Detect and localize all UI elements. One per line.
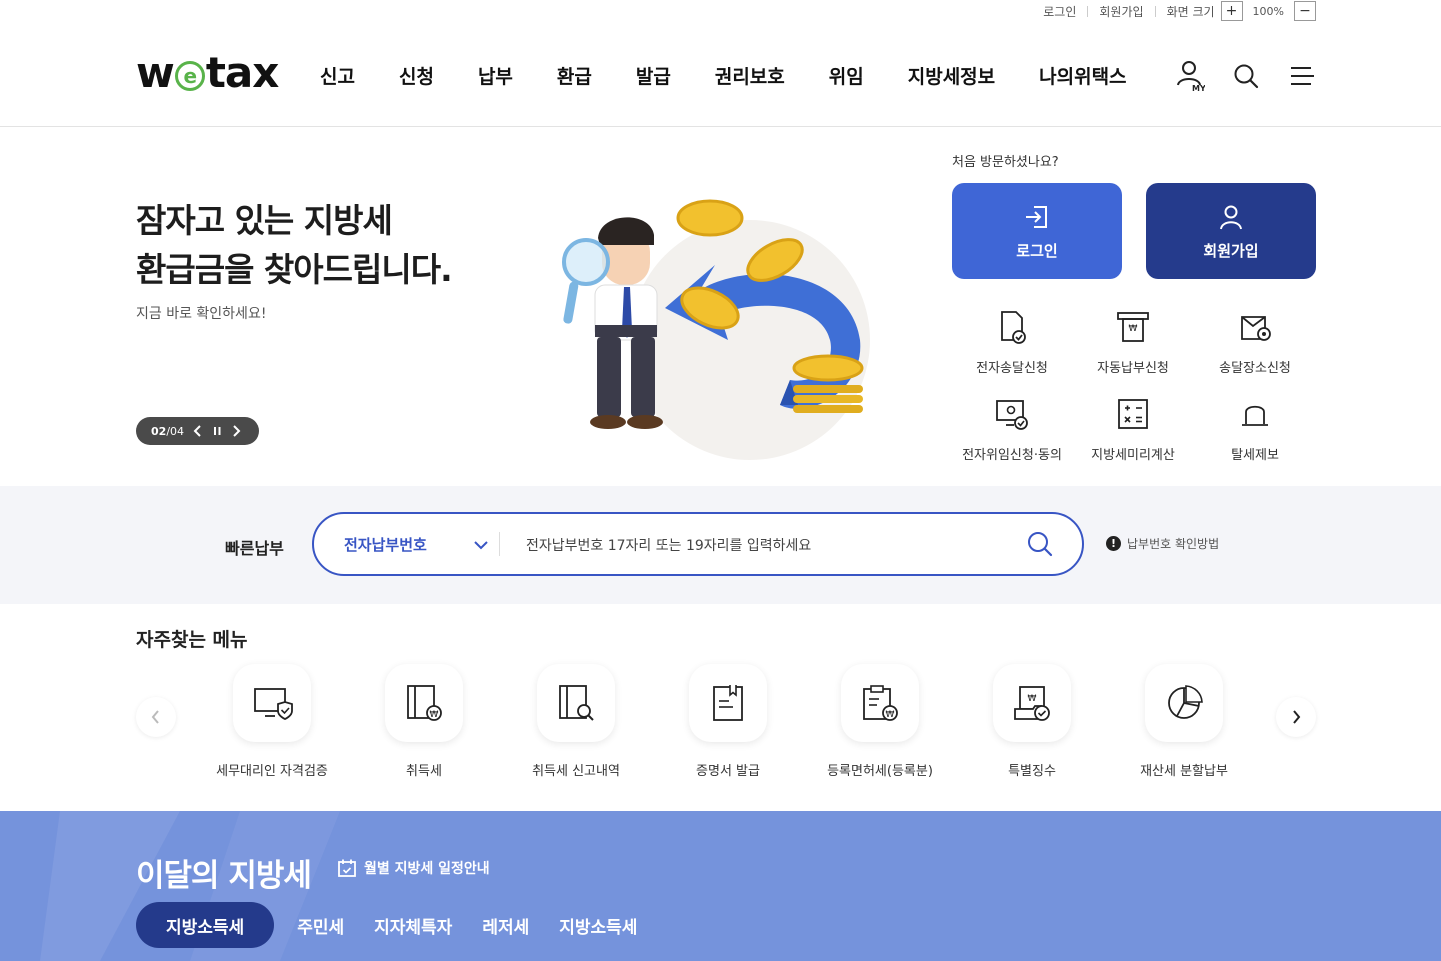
payment-number-help-link[interactable]: ! 납부번호 확인방법	[1106, 535, 1219, 552]
chevron-right-icon	[1293, 710, 1301, 724]
nav-item-rights[interactable]: 권리보호	[693, 60, 807, 90]
util-signup-link[interactable]: 회원가입	[1088, 3, 1154, 20]
favorite-item[interactable]: ₩ 등록면허세(등록분)	[805, 664, 955, 779]
svg-text:₩: ₩	[886, 710, 895, 720]
payment-number-input[interactable]	[526, 532, 1006, 558]
chevron-left-icon	[151, 710, 159, 724]
svg-text:MY: MY	[1192, 84, 1205, 92]
favorite-item[interactable]: 증명서 발급	[653, 664, 803, 779]
pie-chart-icon	[1168, 685, 1203, 719]
first-visit-text: 처음 방문하셨나요?	[952, 155, 1059, 170]
zoom-out-button[interactable]: −	[1294, 1, 1316, 21]
wetax-logo[interactable]: w e tax	[136, 48, 280, 97]
slide-next-icon[interactable]	[231, 425, 241, 437]
nav-item-issue[interactable]: 발급	[614, 60, 693, 90]
slide-pause-icon[interactable]	[212, 425, 222, 437]
login-icon	[1026, 205, 1047, 228]
nav-item-refund[interactable]: 환급	[535, 60, 614, 90]
menu-icon[interactable]	[1287, 60, 1317, 92]
favorite-item[interactable]: 취득세 신고내역	[501, 664, 651, 779]
join-button-label: 회원가입	[1203, 241, 1259, 260]
doc-won-check-icon: ₩	[1014, 686, 1050, 721]
chevron-down-icon[interactable]	[472, 532, 490, 562]
nav-item-localtax-info[interactable]: 지방세정보	[886, 60, 1017, 90]
zoom-value: 100%	[1252, 4, 1284, 18]
doc-check-icon	[1001, 311, 1026, 344]
slide-counter: 02/04	[151, 424, 185, 438]
quick-pay-box: 전자납부번호	[312, 512, 1084, 576]
slide-controller: 02/04	[136, 417, 259, 445]
doc-location-icon	[1241, 316, 1271, 341]
logo-e: e	[174, 61, 205, 91]
favorite-item[interactable]: ₩ 취득세	[349, 664, 499, 779]
favorites-prev-button[interactable]	[136, 697, 176, 737]
svg-text:₩: ₩	[1129, 324, 1138, 334]
service-delivery-place[interactable]: 송달장소신청	[1190, 307, 1320, 376]
payment-number-type-select[interactable]: 전자납부번호	[344, 534, 427, 555]
logo-w: w	[136, 48, 175, 97]
nav-item-my-wetax[interactable]: 나의위택스	[1017, 60, 1148, 90]
svg-text:₩: ₩	[430, 710, 439, 720]
hero-title-line2: 환급금을 찾아드립니다.	[136, 250, 453, 289]
certificate-icon	[713, 685, 743, 721]
svg-text:₩: ₩	[1028, 694, 1037, 704]
divider	[499, 532, 500, 556]
monitor-delegate-icon	[996, 400, 1028, 430]
header-icons: MY	[1175, 60, 1317, 92]
calendar-icon	[338, 859, 356, 877]
header-divider	[0, 126, 1441, 127]
tab-resident-tax[interactable]: 주민세	[282, 902, 359, 948]
nav-item-report[interactable]: 신고	[298, 60, 377, 90]
zoom-label: 화면 크기	[1166, 4, 1215, 19]
hero-illustration	[562, 199, 870, 460]
monthly-schedule-link[interactable]: 월별 지방세 일정안내	[337, 858, 490, 878]
book-search-icon	[559, 685, 594, 721]
quick-pay-title: 빠른납부	[225, 539, 284, 558]
auto-pay-icon: ₩	[1117, 312, 1149, 342]
join-button[interactable]: 회원가입	[1146, 183, 1316, 279]
zoom-in-button[interactable]: +	[1220, 1, 1243, 21]
service-e-delegate[interactable]: 전자위임신청·동의	[947, 394, 1077, 463]
tab-leisure-tax[interactable]: 레저세	[467, 902, 544, 948]
hero-title-line1: 잠자고 있는 지방세	[136, 201, 393, 240]
favorites-title: 자주찾는 메뉴	[136, 629, 248, 651]
hero-subtitle: 지금 바로 확인하세요!	[136, 306, 267, 322]
tab-local-income-tax-2[interactable]: 지방소득세	[544, 902, 652, 948]
service-e-delivery[interactable]: 전자송달신청	[947, 307, 1077, 376]
user-icon	[1220, 205, 1242, 229]
favorite-item[interactable]: ₩ 특별징수	[957, 664, 1107, 779]
logo-tax: tax	[205, 48, 280, 97]
service-tax-evasion-report[interactable]: 탈세제보	[1190, 394, 1320, 463]
util-login-link[interactable]: 로그인	[1032, 3, 1087, 20]
tab-local-income-tax[interactable]: 지방소득세	[136, 902, 275, 948]
tab-local-special[interactable]: 지자체특자	[359, 902, 467, 948]
monitor-shield-icon	[254, 688, 293, 720]
slide-prev-icon[interactable]	[193, 425, 203, 437]
favorites-next-button[interactable]	[1276, 697, 1316, 737]
nav-item-payment[interactable]: 납부	[456, 60, 535, 90]
favorite-item[interactable]: 재산세 분할납부	[1109, 664, 1259, 779]
monthly-tax-tabs: 지방소득세 주민세 지자체특자 레저세 지방소득세	[136, 902, 652, 948]
service-auto-pay[interactable]: ₩ 자동납부신청	[1068, 307, 1198, 376]
monthly-tax-title: 이달의 지방세	[136, 858, 312, 894]
info-icon: !	[1106, 536, 1121, 551]
login-button-label: 로그인	[1016, 241, 1058, 260]
nav-item-apply[interactable]: 신청	[377, 60, 456, 90]
clipboard-won-icon: ₩	[863, 685, 898, 721]
hero-title: 잠자고 있는 지방세 환급금을 찾아드립니다.	[136, 196, 453, 294]
my-page-icon[interactable]: MY	[1175, 60, 1205, 92]
favorite-item[interactable]: 세무대리인 자격검증	[197, 664, 347, 779]
nav-item-delegate[interactable]: 위임	[807, 60, 886, 90]
global-nav: 신고 신청 납부 환급 발급 권리보호 위임 지방세정보 나의위택스	[298, 60, 1149, 90]
search-icon[interactable]	[1026, 530, 1054, 562]
service-tax-calculator[interactable]: 지방세미리계산	[1068, 394, 1198, 463]
search-icon[interactable]	[1231, 60, 1261, 92]
utility-bar: 로그인 회원가입 화면 크기 + 100% −	[1032, 0, 1316, 22]
login-button[interactable]: 로그인	[952, 183, 1122, 279]
calculator-icon	[1118, 399, 1148, 429]
book-won-icon: ₩	[407, 685, 442, 721]
siren-icon	[1242, 405, 1268, 426]
